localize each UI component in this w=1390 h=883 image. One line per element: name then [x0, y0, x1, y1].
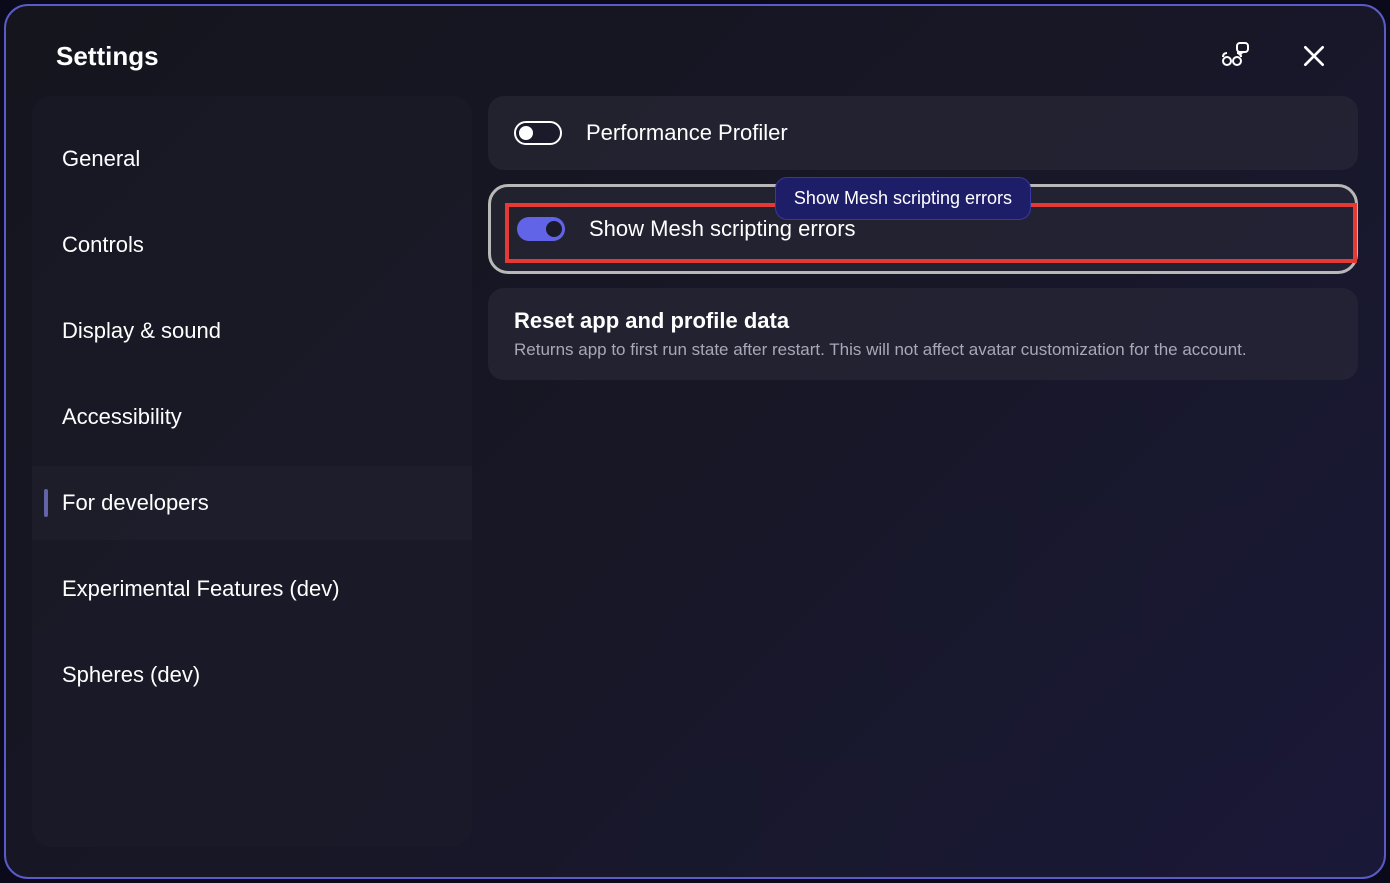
mesh-scripting-tooltip: Show Mesh scripting errors: [775, 177, 1031, 220]
sidebar-item-label: For developers: [62, 490, 209, 516]
sidebar-item-display-sound[interactable]: Display & sound: [32, 294, 472, 368]
sidebar-item-label: Display & sound: [62, 318, 221, 344]
mesh-scripting-row: Show Mesh scripting errors Show Mesh scr…: [488, 184, 1358, 274]
close-icon: [1301, 43, 1327, 69]
header: Settings: [32, 36, 1358, 76]
performance-profiler-row: Performance Profiler: [488, 96, 1358, 170]
sidebar-item-spheres[interactable]: Spheres (dev): [32, 638, 472, 712]
main-content: General Controls Display & sound Accessi…: [32, 96, 1358, 847]
sidebar-item-general[interactable]: General: [32, 122, 472, 196]
sidebar-item-label: General: [62, 146, 140, 172]
sidebar-item-label: Controls: [62, 232, 144, 258]
reset-description: Returns app to first run state after res…: [514, 340, 1332, 360]
sidebar-item-label: Accessibility: [62, 404, 182, 430]
sidebar: General Controls Display & sound Accessi…: [32, 96, 472, 847]
settings-window: Settings Ge: [4, 4, 1386, 879]
sidebar-item-for-developers[interactable]: For developers: [32, 466, 472, 540]
performance-profiler-toggle[interactable]: [514, 121, 562, 145]
page-title: Settings: [56, 41, 159, 72]
sidebar-item-controls[interactable]: Controls: [32, 208, 472, 282]
feedback-button[interactable]: [1214, 36, 1254, 76]
mesh-scripting-toggle[interactable]: [517, 217, 565, 241]
header-actions: [1214, 36, 1334, 76]
performance-profiler-label: Performance Profiler: [586, 120, 788, 146]
reset-title: Reset app and profile data: [514, 308, 1332, 334]
close-button[interactable]: [1294, 36, 1334, 76]
sidebar-item-experimental-features[interactable]: Experimental Features (dev): [32, 552, 472, 626]
sidebar-item-accessibility[interactable]: Accessibility: [32, 380, 472, 454]
sidebar-item-label: Spheres (dev): [62, 662, 200, 688]
sidebar-item-label: Experimental Features (dev): [62, 576, 340, 602]
feedback-icon: [1217, 39, 1251, 73]
content-panel: Performance Profiler Show Mesh scripting…: [488, 96, 1358, 847]
reset-app-row[interactable]: Reset app and profile data Returns app t…: [488, 288, 1358, 380]
